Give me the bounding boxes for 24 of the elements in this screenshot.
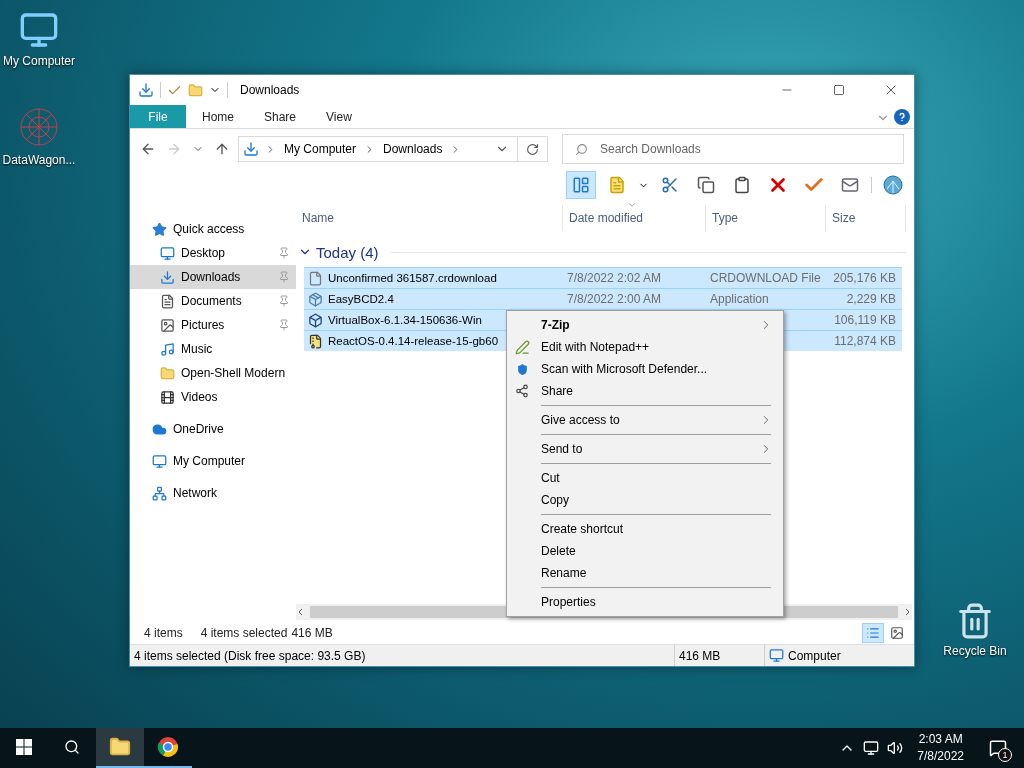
selection-size: 416 MB	[291, 626, 333, 640]
size-cell-text: 205,176 KB	[832, 271, 897, 285]
status-text: 4 items selected (Disk free space: 93.5 GB)	[133, 647, 367, 665]
status-location: Computer	[788, 648, 841, 663]
item-count: 4 items	[144, 626, 183, 640]
status-size: 416 MB	[674, 645, 764, 666]
type-cell-text: CRDOWNLOAD File	[709, 271, 822, 285]
group-header: Today (4)	[316, 243, 379, 261]
date-cell-text: 7/8/2022 2:02 AM	[566, 271, 663, 285]
desktop-icon-label: My Computer	[3, 54, 75, 68]
file-name: Unconfirmed 361587.crdownload	[328, 272, 497, 284]
date-cell-text: 7/8/2022 2:00 AM	[566, 292, 663, 306]
file-name: ReactOS-0.4.14-release-15-gb60	[328, 335, 499, 347]
selection-count: 4 items selected	[200, 626, 288, 640]
size-cell-text: 106,119 KB	[833, 313, 897, 327]
type-cell-text: Application	[709, 292, 770, 306]
desktop-icon-label: DataWagon...	[2, 153, 76, 167]
window-title: Downloads	[240, 83, 301, 97]
file-name: VirtualBox-6.1.34-150636-Win	[328, 314, 482, 326]
desktop-icon-label: Recycle Bin	[943, 644, 1007, 658]
size-cell-text: 112,874 KB	[833, 334, 897, 348]
file-name: EasyBCD2.4	[328, 293, 394, 305]
notification-count: 1	[998, 748, 1012, 762]
size-cell-text: 2,229 KB	[845, 292, 897, 306]
